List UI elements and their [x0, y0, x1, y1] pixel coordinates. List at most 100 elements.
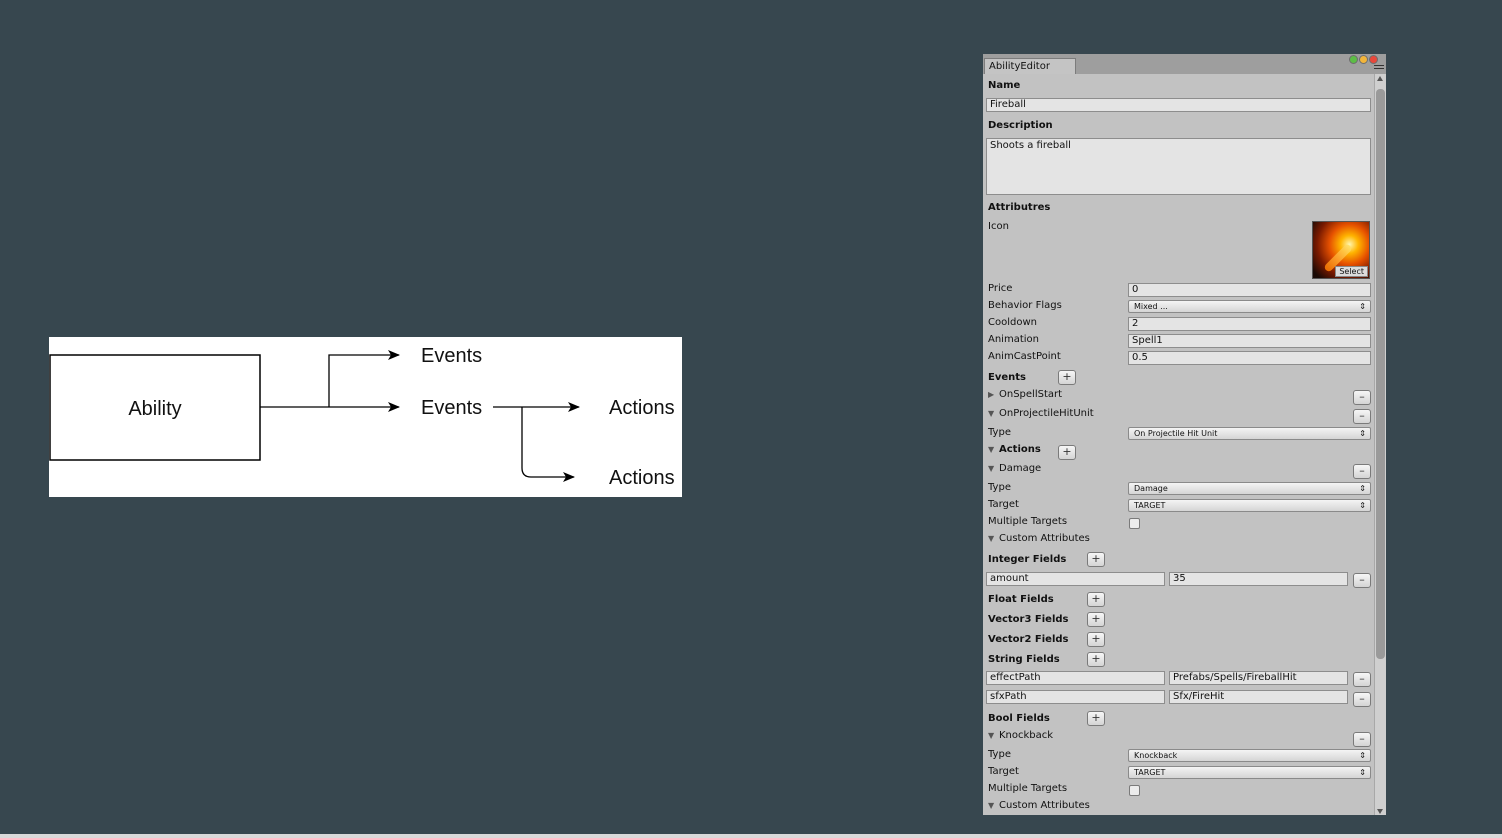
event-onspellstart-label: OnSpellStart: [999, 389, 1063, 400]
damage-target-dropdown[interactable]: TARGET ⇕: [1128, 499, 1371, 512]
description-textarea[interactable]: Shoots a fireball: [986, 138, 1371, 195]
damage-target-label: Target: [988, 499, 1019, 510]
close-button[interactable]: [1369, 55, 1378, 64]
remove-string-field-1-button[interactable]: –: [1353, 672, 1371, 687]
scroll-down-arrow-icon[interactable]: [1377, 809, 1383, 814]
knockback-type-dropdown[interactable]: Knockback ⇕: [1128, 749, 1371, 762]
action-damage-foldout[interactable]: ▼ Damage: [988, 463, 1041, 474]
remove-knockback-button[interactable]: –: [1353, 732, 1371, 747]
knockback-custom-attributes-foldout[interactable]: ▼ Custom Attributes: [988, 800, 1090, 811]
damage-type-dropdown[interactable]: Damage ⇕: [1128, 482, 1371, 495]
actions-foldout[interactable]: ▼ Actions: [988, 444, 1041, 455]
event-type-dropdown[interactable]: On Projectile Hit Unit ⇕: [1128, 427, 1371, 440]
foldout-open-icon: ▼: [988, 534, 995, 543]
remove-integer-field-button[interactable]: –: [1353, 573, 1371, 588]
vector2-fields-heading: Vector2 Fields: [988, 634, 1069, 645]
remove-damage-button[interactable]: –: [1353, 464, 1371, 479]
animcastpoint-field[interactable]: 0.5: [1128, 351, 1371, 365]
knockback-target-label: Target: [988, 766, 1019, 777]
event-onprojectilehitunit-foldout[interactable]: ▼ OnProjectileHitUnit: [988, 408, 1094, 419]
integer-value-field[interactable]: 35: [1169, 572, 1348, 586]
add-string-field-button[interactable]: +: [1087, 652, 1105, 667]
actions-bottom-label: Actions: [609, 467, 675, 489]
add-event-button[interactable]: +: [1058, 370, 1076, 385]
foldout-open-icon: ▼: [988, 445, 995, 454]
cooldown-label: Cooldown: [988, 317, 1037, 328]
name-field[interactable]: Fireball: [986, 98, 1371, 112]
damage-multiple-targets-checkbox[interactable]: [1129, 518, 1140, 529]
dropdown-arrow-icon: ⇕: [1359, 501, 1366, 510]
string-value-field-1[interactable]: Prefabs/Spells/FireballHit: [1169, 671, 1348, 685]
dropdown-arrow-icon: ⇕: [1359, 768, 1366, 777]
foldout-open-icon: ▼: [988, 731, 995, 740]
string-fields-heading: String Fields: [988, 654, 1060, 665]
add-bool-field-button[interactable]: +: [1087, 711, 1105, 726]
remove-onprojectilehitunit-button[interactable]: –: [1353, 409, 1371, 424]
price-field[interactable]: 0: [1128, 283, 1371, 297]
knockback-multiple-targets-checkbox[interactable]: [1129, 785, 1140, 796]
ability-diagram: Ability Events Events Actions Actions: [49, 337, 682, 497]
float-fields-heading: Float Fields: [988, 594, 1054, 605]
animcastpoint-label: AnimCastPoint: [988, 351, 1061, 362]
ability-editor-window: AbilityEditor Name Fireball Description …: [983, 54, 1386, 815]
add-integer-field-button[interactable]: +: [1087, 552, 1105, 567]
foldout-open-icon: ▼: [988, 409, 995, 418]
string-key-field-2[interactable]: sfxPath: [986, 690, 1165, 704]
dropdown-arrow-icon: ⇕: [1359, 429, 1366, 438]
damage-custom-attributes-label: Custom Attributes: [999, 533, 1090, 544]
ability-label: Ability: [128, 398, 181, 420]
maximize-button[interactable]: [1349, 55, 1358, 64]
event-onspellstart-foldout[interactable]: ▶ OnSpellStart: [988, 389, 1062, 400]
add-vector3-field-button[interactable]: +: [1087, 612, 1105, 627]
arrow-to-events-top: [328, 350, 400, 407]
damage-target-value: TARGET: [1134, 501, 1166, 510]
animation-field[interactable]: Spell1: [1128, 334, 1371, 348]
scrollbar-thumb[interactable]: [1376, 89, 1385, 659]
remove-string-field-2-button[interactable]: –: [1353, 692, 1371, 707]
remove-onspellstart-button[interactable]: –: [1353, 390, 1371, 405]
action-knockback-foldout[interactable]: ▼ Knockback: [988, 730, 1053, 741]
icon-select-button[interactable]: Select: [1335, 266, 1368, 277]
add-vector2-field-button[interactable]: +: [1087, 632, 1105, 647]
add-float-field-button[interactable]: +: [1087, 592, 1105, 607]
fireball-icon[interactable]: Select: [1312, 221, 1370, 279]
string-value-field-2[interactable]: Sfx/FireHit: [1169, 690, 1348, 704]
bottom-strip: [0, 834, 1502, 838]
icon-label: Icon: [988, 221, 1009, 232]
integer-fields-heading: Integer Fields: [988, 554, 1067, 565]
add-action-button[interactable]: +: [1058, 445, 1076, 460]
cooldown-field[interactable]: 2: [1128, 317, 1371, 331]
vector3-fields-heading: Vector3 Fields: [988, 614, 1069, 625]
knockback-type-value: Knockback: [1134, 751, 1178, 760]
damage-custom-attributes-foldout[interactable]: ▼ Custom Attributes: [988, 533, 1090, 544]
actions-heading: Actions: [999, 444, 1041, 455]
damage-type-label: Type: [988, 482, 1011, 493]
price-label: Price: [988, 283, 1013, 294]
event-type-label: Type: [988, 427, 1011, 438]
knockback-target-dropdown[interactable]: TARGET ⇕: [1128, 766, 1371, 779]
diagram-svg: Ability Events Events Actions Actions: [49, 345, 675, 489]
damage-multiple-targets-label: Multiple Targets: [988, 516, 1068, 527]
attributes-heading: Attributres: [988, 202, 1051, 213]
scroll-up-arrow-icon[interactable]: [1377, 76, 1383, 81]
action-knockback-label: Knockback: [999, 730, 1054, 741]
knockback-type-label: Type: [988, 749, 1011, 760]
integer-key-field[interactable]: amount: [986, 572, 1165, 586]
vertical-scrollbar[interactable]: [1374, 74, 1386, 815]
actions-top-label: Actions: [609, 397, 675, 419]
animation-label: Animation: [988, 334, 1039, 345]
behavior-flags-dropdown[interactable]: Mixed ... ⇕: [1128, 300, 1371, 313]
damage-type-value: Damage: [1134, 484, 1168, 493]
event-onprojectilehitunit-label: OnProjectileHitUnit: [999, 408, 1094, 419]
action-damage-label: Damage: [999, 463, 1042, 474]
tab-ability-editor[interactable]: AbilityEditor: [984, 58, 1076, 74]
minimize-button[interactable]: [1359, 55, 1368, 64]
events-mid-label: Events: [421, 397, 482, 419]
knockback-multiple-targets-label: Multiple Targets: [988, 783, 1068, 794]
dropdown-arrow-icon: ⇕: [1359, 302, 1366, 311]
events-top-label: Events: [421, 345, 482, 367]
menu-icon[interactable]: [1374, 65, 1384, 72]
foldout-open-icon: ▼: [988, 801, 995, 810]
arrow-to-actions-bottom: [521, 407, 575, 482]
string-key-field-1[interactable]: effectPath: [986, 671, 1165, 685]
